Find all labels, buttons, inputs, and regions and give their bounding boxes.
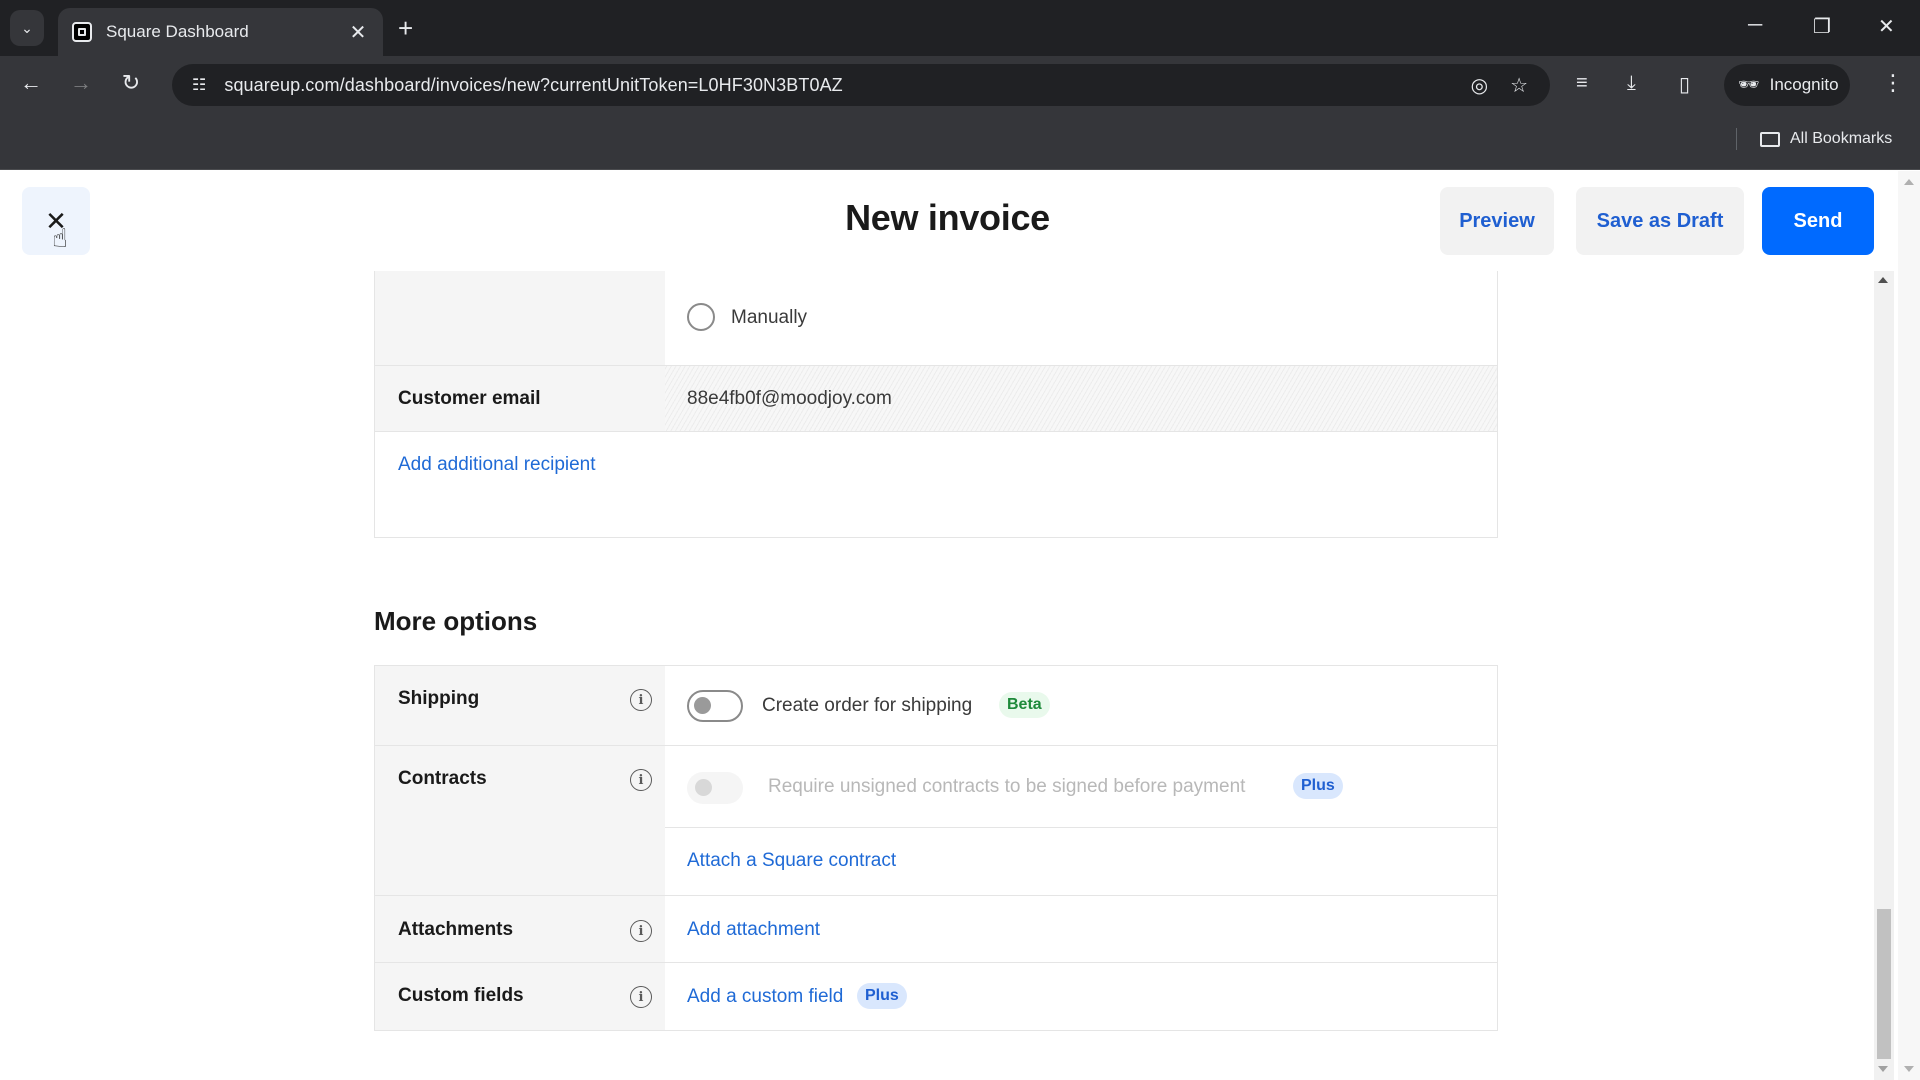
custom-fields-value: Add a custom field Plus	[665, 963, 1497, 1030]
side-panel-icon[interactable]: ▯	[1679, 72, 1690, 97]
minimize-icon[interactable]: ─	[1748, 14, 1762, 37]
contracts-plus-badge: Plus	[1293, 773, 1343, 799]
attachments-value: Add attachment	[665, 896, 1497, 962]
more-options-title: More options	[374, 606, 538, 636]
download-icon[interactable]: ⤓	[1627, 72, 1636, 95]
customer-email-row: Customer email 88e4fb0f@moodjoy.com	[375, 366, 1497, 432]
customer-email-field: 88e4fb0f@moodjoy.com	[665, 366, 1497, 431]
reading-list-icon[interactable]: ≡	[1576, 72, 1588, 95]
add-additional-recipient-link[interactable]: Add additional recipient	[398, 454, 596, 476]
require-contracts-toggle[interactable]	[687, 772, 743, 804]
scrollbar-thumb[interactable]	[1877, 909, 1891, 1059]
bookmarks-divider	[1736, 128, 1737, 150]
require-contracts-label: Require unsigned contracts to be signed …	[768, 776, 1246, 797]
custom-fields-plus-badge: Plus	[857, 983, 907, 1009]
manually-label: Manually	[731, 307, 808, 328]
forward-icon[interactable]: →	[66, 70, 96, 96]
scroll-up-arrow-icon[interactable]	[1878, 277, 1888, 283]
add-recipient-row: Add additional recipient	[375, 432, 1497, 498]
invoice-page: ✕ ☝ New invoice Preview Save as Draft Se…	[0, 171, 1920, 1080]
new-tab-button[interactable]: +	[398, 14, 413, 42]
contracts-label-cell: Contracts i	[375, 746, 665, 895]
contracts-value: Require unsigned contracts to be signed …	[665, 746, 1497, 895]
hand-cursor-icon: ☝	[52, 223, 68, 253]
attachments-label-cell: Attachments i	[375, 896, 665, 962]
back-icon[interactable]: ←	[16, 70, 46, 96]
custom-fields-label-cell: Custom fields i	[375, 963, 665, 1030]
chevron-down-icon: ⌄	[21, 19, 33, 36]
shipping-label-cell: Shipping i	[375, 666, 665, 745]
tab-search-button[interactable]: ⌄	[10, 10, 44, 46]
custom-fields-row: Custom fields i Add a custom field Plus	[375, 963, 1497, 1030]
contracts-info-icon[interactable]: i	[630, 769, 652, 791]
eye-off-icon[interactable]: ◎	[1471, 73, 1488, 98]
square-favicon-icon	[72, 22, 92, 42]
contracts-toggle-row: Require unsigned contracts to be signed …	[665, 746, 1497, 828]
shipping-info-icon[interactable]: i	[630, 689, 652, 711]
attachments-label: Attachments	[398, 919, 514, 940]
browser-tab-active[interactable]: Square Dashboard ✕	[58, 8, 383, 56]
preview-button[interactable]: Preview	[1440, 187, 1554, 255]
page-scroll-up-icon[interactable]	[1904, 179, 1914, 185]
close-window-icon[interactable]: ✕	[1878, 14, 1895, 39]
add-attachment-link[interactable]: Add attachment	[687, 919, 820, 941]
tab-close-icon[interactable]: ✕	[347, 20, 369, 45]
beta-badge: Beta	[999, 692, 1050, 718]
custom-fields-label: Custom fields	[398, 985, 524, 1006]
site-info-icon[interactable]: ☷	[192, 75, 206, 95]
folder-icon	[1760, 131, 1780, 147]
browser-toolbar: ← → ↻ ☷ squareup.com/dashboard/invoices/…	[0, 56, 1920, 114]
contracts-label: Contracts	[398, 768, 487, 789]
bookmark-star-icon[interactable]: ☆	[1510, 73, 1528, 98]
scroll-down-arrow-icon[interactable]	[1878, 1066, 1888, 1072]
contracts-row: Contracts i Require unsigned contracts t…	[375, 746, 1497, 896]
shipping-row: Shipping i Create order for shipping Bet…	[375, 666, 1497, 746]
attach-square-contract-link[interactable]: Attach a Square contract	[687, 850, 896, 872]
tab-title: Square Dashboard	[106, 22, 249, 41]
content-scrollbar[interactable]	[1874, 271, 1894, 1080]
page-scrollbar[interactable]	[1898, 171, 1920, 1080]
toggle-knob	[694, 697, 711, 714]
url-text[interactable]: squareup.com/dashboard/invoices/new?curr…	[224, 75, 1470, 96]
toggle-knob	[695, 779, 712, 796]
delivery-card: Text message i Manually Customer email 8…	[374, 227, 1498, 538]
page-scroll-down-icon[interactable]	[1904, 1066, 1914, 1072]
radio-manually[interactable]	[687, 303, 715, 331]
incognito-label: Incognito	[1769, 75, 1839, 94]
address-bar[interactable]: ☷ squareup.com/dashboard/invoices/new?cu…	[172, 64, 1550, 106]
browser-menu-icon[interactable]: ⋮	[1882, 70, 1904, 96]
reload-icon[interactable]: ↻	[116, 70, 146, 96]
custom-fields-info-icon[interactable]: i	[630, 986, 652, 1008]
browser-tabstrip: ⌄ Square Dashboard ✕ + ─ ❐ ✕	[0, 0, 1920, 56]
bookmarks-bar: All Bookmarks	[0, 114, 1920, 170]
add-custom-field-link[interactable]: Add a custom field	[687, 986, 843, 1008]
all-bookmarks-label: All Bookmarks	[1790, 130, 1893, 147]
create-order-for-shipping-label: Create order for shipping	[762, 695, 973, 716]
shipping-label: Shipping	[398, 688, 480, 709]
save-as-draft-button[interactable]: Save as Draft	[1576, 187, 1744, 255]
attachments-row: Attachments i Add attachment	[375, 896, 1497, 963]
attachments-info-icon[interactable]: i	[630, 920, 652, 942]
incognito-profile-button[interactable]: 🕶 Incognito	[1724, 64, 1850, 106]
all-bookmarks-button[interactable]: All Bookmarks	[1760, 130, 1892, 148]
customer-email-value: 88e4fb0f@moodjoy.com	[687, 388, 892, 409]
invoice-header: ✕ ☝ New invoice Preview Save as Draft Se…	[0, 171, 1880, 271]
shipping-value: Create order for shipping Beta	[665, 666, 1497, 745]
customer-email-label: Customer email	[398, 388, 541, 409]
more-options-card: Shipping i Create order for shipping Bet…	[374, 665, 1498, 1031]
customer-email-label-cell: Customer email	[375, 366, 665, 431]
restore-icon[interactable]: ❐	[1813, 14, 1831, 39]
incognito-icon: 🕶	[1738, 75, 1760, 94]
create-order-for-shipping-toggle[interactable]	[687, 690, 743, 722]
send-button[interactable]: Send	[1762, 187, 1874, 255]
